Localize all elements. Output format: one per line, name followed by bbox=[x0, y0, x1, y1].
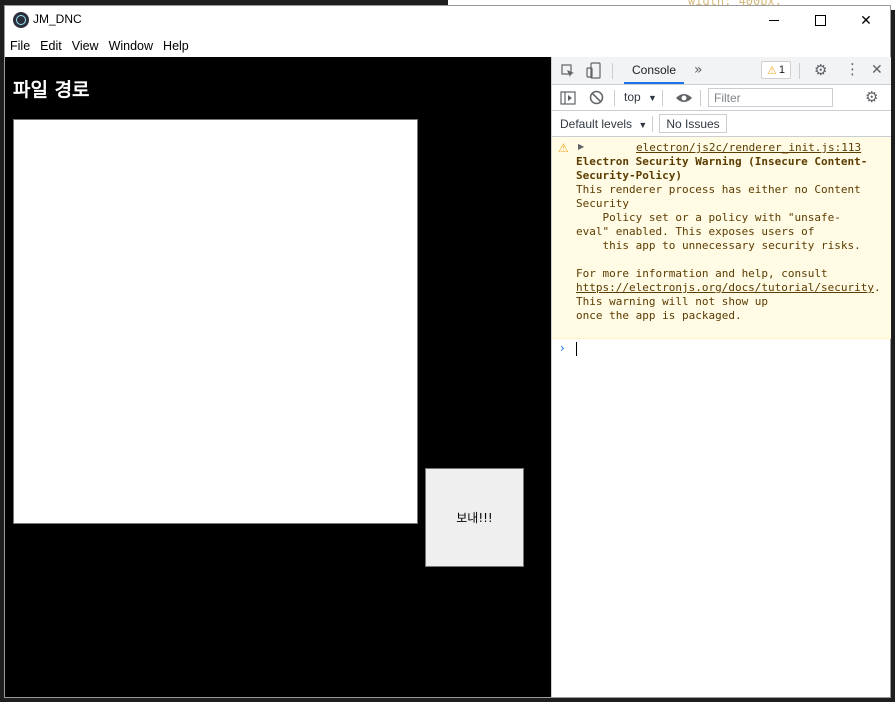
clear-console-icon[interactable] bbox=[589, 90, 604, 105]
warnings-counter[interactable]: ⚠ 1 bbox=[761, 61, 791, 79]
electron-app-icon bbox=[13, 12, 29, 28]
console-filter-input[interactable]: Filter bbox=[708, 88, 833, 107]
send-button[interactable]: 보내!!! bbox=[425, 468, 524, 567]
menu-edit[interactable]: Edit bbox=[35, 39, 67, 53]
tab-console[interactable]: Console bbox=[624, 57, 684, 84]
menu-help[interactable]: Help bbox=[158, 39, 194, 53]
issues-button[interactable]: No Issues bbox=[659, 114, 727, 133]
title-bar[interactable]: JM_DNC ✕ bbox=[5, 6, 890, 35]
log-levels-dropdown[interactable]: Default levels ▼ bbox=[560, 117, 647, 131]
console-warning-message: ⚠ ▶ electron/js2c/renderer_init.js:113 E… bbox=[552, 137, 891, 339]
maximize-icon bbox=[814, 15, 826, 26]
maximize-button[interactable] bbox=[797, 6, 843, 35]
app-content: 파일 경로 보내!!! bbox=[5, 57, 551, 697]
minimize-icon bbox=[769, 20, 779, 21]
warning-icon: ⚠ bbox=[558, 141, 569, 155]
menu-window[interactable]: Window bbox=[104, 39, 158, 53]
more-tabs-icon[interactable]: » bbox=[694, 63, 703, 77]
prompt-chevron-icon: › bbox=[560, 341, 565, 355]
warning-body: This renderer process has either no Cont… bbox=[576, 183, 861, 280]
kebab-menu-icon[interactable]: ⋮ bbox=[845, 62, 860, 77]
warning-count: 1 bbox=[778, 64, 785, 76]
close-button[interactable]: ✕ bbox=[843, 6, 889, 35]
console-settings-gear-icon[interactable]: ⚙ bbox=[865, 90, 878, 105]
toolbar-divider bbox=[662, 90, 663, 106]
dropdown-arrow-icon: ▼ bbox=[648, 93, 657, 103]
expand-arrow-icon[interactable]: ▶ bbox=[578, 142, 584, 151]
warning-icon: ⚠ bbox=[767, 64, 777, 77]
menu-bar: File Edit View Window Help bbox=[5, 35, 890, 57]
devtools-panel: Console » ⚠ 1 ⚙ ⋮ ✕ top ▼ Filter ⚙ Defau… bbox=[551, 57, 891, 697]
window-title: JM_DNC bbox=[33, 12, 82, 26]
menu-view[interactable]: View bbox=[67, 39, 104, 53]
minimize-button[interactable] bbox=[751, 6, 797, 35]
message-source-link[interactable]: electron/js2c/renderer_init.js:113 bbox=[636, 141, 861, 154]
console-filter-bar: top ▼ Filter ⚙ bbox=[552, 85, 891, 111]
console-prompt[interactable]: › bbox=[552, 339, 891, 359]
app-window: JM_DNC ✕ File Edit View Window Help 파일 경… bbox=[5, 6, 891, 697]
toolbar-divider bbox=[799, 63, 800, 79]
toolbar-divider bbox=[614, 90, 615, 106]
security-docs-link[interactable]: https://electronjs.org/docs/tutorial/sec… bbox=[576, 281, 874, 294]
sidebar-toggle-icon[interactable] bbox=[560, 91, 576, 105]
text-caret bbox=[576, 342, 577, 356]
console-levels-bar: Default levels ▼ No Issues bbox=[552, 111, 891, 137]
devtools-toolbar: Console » ⚠ 1 ⚙ ⋮ ✕ bbox=[552, 57, 891, 85]
device-toolbar-icon[interactable] bbox=[586, 62, 602, 79]
live-expression-eye-icon[interactable] bbox=[675, 92, 693, 104]
close-icon: ✕ bbox=[860, 12, 872, 29]
warning-footer: This warning will not show up once the a… bbox=[576, 295, 769, 322]
context-value: top bbox=[624, 90, 641, 104]
toolbar-divider bbox=[700, 90, 701, 106]
page-heading: 파일 경로 bbox=[13, 79, 90, 101]
close-devtools-icon[interactable]: ✕ bbox=[871, 63, 883, 77]
warning-text: Electron Security Warning (Insecure Cont… bbox=[576, 155, 881, 322]
context-selector[interactable]: top ▼ bbox=[624, 90, 657, 104]
settings-gear-icon[interactable]: ⚙ bbox=[814, 63, 827, 78]
toolbar-divider bbox=[652, 116, 653, 132]
toolbar-divider bbox=[612, 63, 613, 79]
menu-file[interactable]: File bbox=[5, 39, 35, 53]
log-levels-label: Default levels bbox=[560, 117, 633, 131]
inspect-element-icon[interactable] bbox=[560, 63, 576, 79]
warning-title: Electron Security Warning (Insecure Cont… bbox=[576, 155, 868, 182]
dropdown-arrow-icon: ▼ bbox=[638, 120, 648, 130]
file-path-textarea[interactable] bbox=[13, 119, 418, 524]
